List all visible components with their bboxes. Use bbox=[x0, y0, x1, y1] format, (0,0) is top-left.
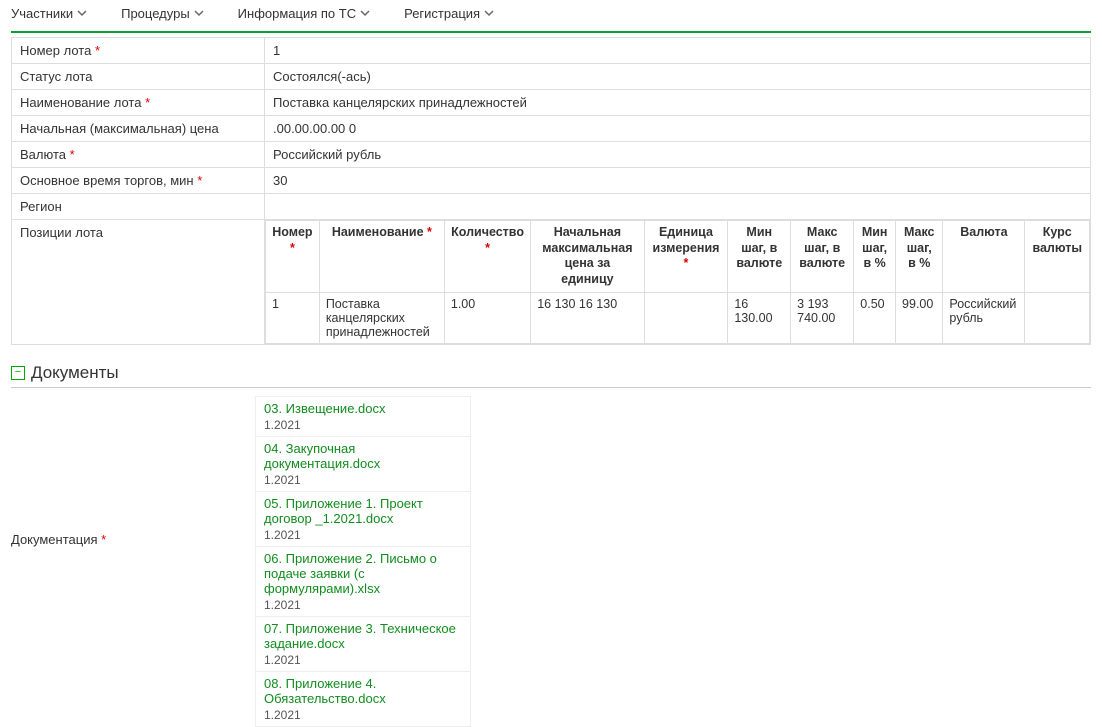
document-link[interactable]: 07. Приложение 3. Техническое задание.do… bbox=[264, 621, 456, 651]
document-link[interactable]: 08. Приложение 4. Обязательство.docx bbox=[264, 676, 386, 706]
pos-header: Номер * bbox=[266, 221, 320, 293]
list-item: 08. Приложение 4. Обязательство.docx 1.2… bbox=[255, 672, 471, 727]
document-date: 1.2021 bbox=[264, 708, 462, 722]
documents-heading: Документы bbox=[31, 363, 119, 383]
pos-cell: 1.00 bbox=[444, 292, 530, 343]
field-value: 1 bbox=[265, 38, 1091, 64]
list-item: 07. Приложение 3. Техническое задание.do… bbox=[255, 617, 471, 672]
table-row: 1Поставка канцелярских принадлежностей1.… bbox=[266, 292, 1090, 343]
lot-form: Номер лота * 1 Статус лота Состоялся(-ас… bbox=[11, 37, 1091, 345]
field-value: Состоялся(-ась) bbox=[265, 64, 1091, 90]
form-row: Начальная (максимальная) цена .00.00.00.… bbox=[12, 116, 1091, 142]
field-label: Начальная (максимальная) цена bbox=[12, 116, 265, 142]
form-row: Основное время торгов, мин * 30 bbox=[12, 168, 1091, 194]
pos-cell: 3 193 740.00 bbox=[791, 292, 854, 343]
pos-cell bbox=[1025, 292, 1090, 343]
chevron-down-icon bbox=[484, 6, 494, 21]
pos-cell: 16 130 16 130 bbox=[531, 292, 644, 343]
list-item: 03. Извещение.docx 1.2021 bbox=[255, 396, 471, 437]
chevron-down-icon bbox=[77, 6, 87, 21]
document-date: 1.2021 bbox=[264, 653, 462, 667]
collapse-icon[interactable]: − bbox=[11, 366, 25, 380]
menu-item[interactable]: Процедуры bbox=[121, 6, 204, 21]
field-value: .00.00.00.00 0 bbox=[265, 116, 1091, 142]
pos-cell: Поставка канцелярских принадлежностей bbox=[319, 292, 444, 343]
list-item: 05. Приложение 1. Проект договор _1.2021… bbox=[255, 492, 471, 547]
field-label: Валюта * bbox=[12, 142, 265, 168]
pos-header: Валюта bbox=[943, 221, 1025, 293]
field-label: Регион bbox=[12, 194, 265, 220]
document-link[interactable]: 03. Извещение.docx bbox=[264, 401, 386, 416]
document-date: 1.2021 bbox=[264, 598, 462, 612]
pos-header: Наименование * bbox=[319, 221, 444, 293]
pos-cell bbox=[644, 292, 728, 343]
positions-table: Номер *Наименование *Количество *Начальн… bbox=[265, 220, 1090, 344]
pos-header: Начальная максимальная цена за единицу bbox=[531, 221, 644, 293]
pos-header: Макс шаг, в валюте bbox=[791, 221, 854, 293]
field-label: Основное время торгов, мин * bbox=[12, 168, 265, 194]
document-date: 1.2021 bbox=[264, 528, 462, 542]
field-value bbox=[265, 194, 1091, 220]
form-row: Наименование лота * Поставка канцелярски… bbox=[12, 90, 1091, 116]
menu-label: Регистрация bbox=[404, 6, 480, 21]
pos-header: Макс шаг, в % bbox=[896, 221, 943, 293]
pos-cell: 16 130.00 bbox=[728, 292, 791, 343]
form-row: Регион bbox=[12, 194, 1091, 220]
pos-cell: Российский рубль bbox=[943, 292, 1025, 343]
document-list: 03. Извещение.docx 1.2021 04. Закупочная… bbox=[255, 396, 471, 727]
pos-header: Мин шаг, в % bbox=[854, 221, 896, 293]
pos-cell: 1 bbox=[266, 292, 320, 343]
pos-header: Единица измерения * bbox=[644, 221, 728, 293]
document-link[interactable]: 05. Приложение 1. Проект договор _1.2021… bbox=[264, 496, 423, 526]
pos-cell: 0.50 bbox=[854, 292, 896, 343]
chevron-down-icon bbox=[194, 6, 204, 21]
menu-item[interactable]: Информация по ТС bbox=[238, 6, 370, 21]
menu-item[interactable]: Регистрация bbox=[404, 6, 494, 21]
menu-item[interactable]: Участники bbox=[11, 6, 87, 21]
form-row: Номер лота * 1 bbox=[12, 38, 1091, 64]
menu-label: Процедуры bbox=[121, 6, 190, 21]
form-row: Валюта * Российский рубль bbox=[12, 142, 1091, 168]
field-value: 30 bbox=[265, 168, 1091, 194]
field-value: Российский рубль bbox=[265, 142, 1091, 168]
positions-label: Позиции лота bbox=[12, 220, 265, 345]
pos-cell: 99.00 bbox=[896, 292, 943, 343]
list-item: 06. Приложение 2. Письмо о подаче заявки… bbox=[255, 547, 471, 617]
pos-header: Мин шаг, в валюте bbox=[728, 221, 791, 293]
documents-section: − Документы Документация * 03. Извещение… bbox=[11, 363, 1091, 727]
field-label: Статус лота bbox=[12, 64, 265, 90]
document-date: 1.2021 bbox=[264, 418, 462, 432]
documentation-label: Документация * bbox=[11, 396, 255, 727]
form-row: Статус лота Состоялся(-ась) bbox=[12, 64, 1091, 90]
top-menu: Участники Процедуры Информация по ТС Регист… bbox=[11, 0, 1091, 33]
chevron-down-icon bbox=[360, 6, 370, 21]
document-link[interactable]: 06. Приложение 2. Письмо о подаче заявки… bbox=[264, 551, 437, 596]
menu-label: Участники bbox=[11, 6, 73, 21]
document-link[interactable]: 04. Закупочная документация.docx bbox=[264, 441, 380, 471]
pos-header: Курс валюты bbox=[1025, 221, 1090, 293]
pos-header: Количество * bbox=[444, 221, 530, 293]
field-value: Поставка канцелярских принадлежностей bbox=[265, 90, 1091, 116]
menu-label: Информация по ТС bbox=[238, 6, 356, 21]
field-label: Номер лота * bbox=[12, 38, 265, 64]
list-item: 04. Закупочная документация.docx 1.2021 bbox=[255, 437, 471, 492]
field-label: Наименование лота * bbox=[12, 90, 265, 116]
document-date: 1.2021 bbox=[264, 473, 462, 487]
